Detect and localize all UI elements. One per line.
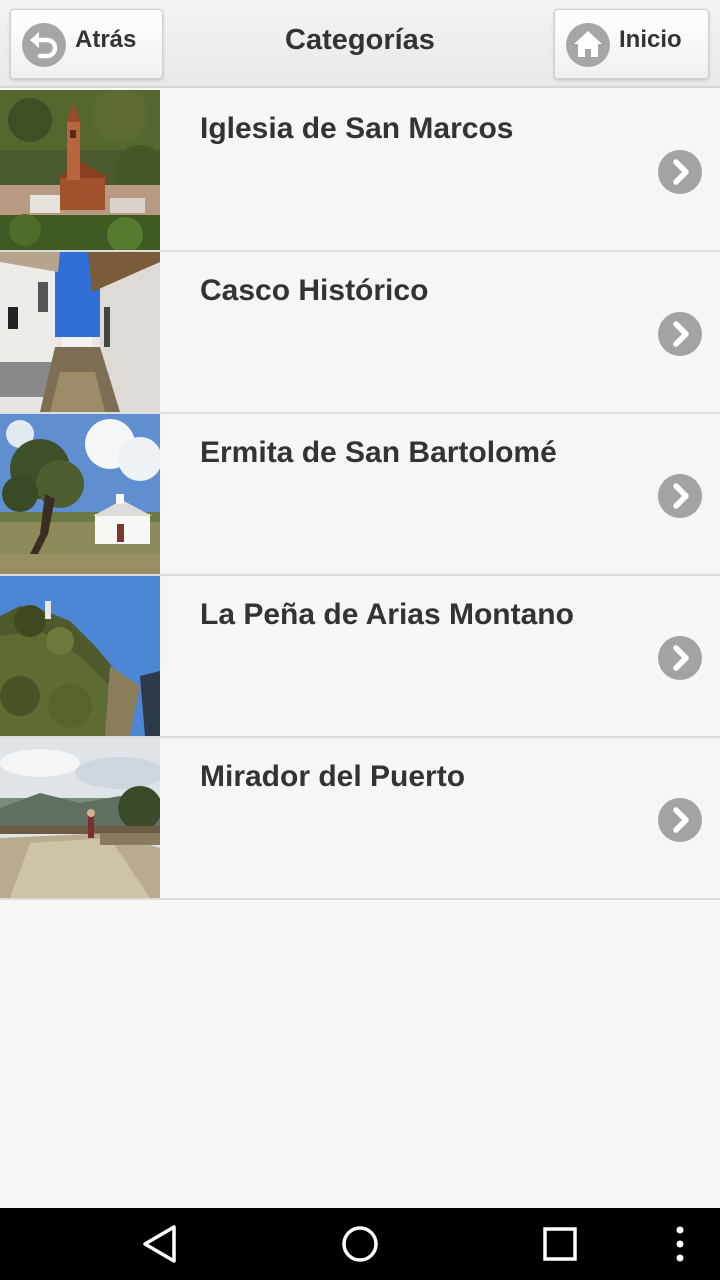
back-button-label: Atrás bbox=[75, 26, 137, 53]
list-item-casco-historico[interactable]: Casco Histórico bbox=[0, 252, 720, 414]
back-button[interactable]: Atrás bbox=[10, 9, 163, 79]
house-icon bbox=[566, 23, 610, 67]
list-item-iglesia-san-marcos[interactable]: Iglesia de San Marcos bbox=[0, 90, 720, 252]
nav-overflow-menu-icon[interactable] bbox=[660, 1224, 700, 1264]
viewpoint-terrace-photo bbox=[0, 738, 160, 898]
category-list: Iglesia de San Marcos Casco Histórico Er… bbox=[0, 90, 720, 900]
nav-home-icon[interactable] bbox=[340, 1224, 380, 1264]
header-bar: Atrás Categorías Inicio bbox=[0, 0, 720, 88]
app-screen: Atrás Categorías Inicio Iglesia de San M… bbox=[0, 0, 720, 1280]
chevron-right-icon bbox=[658, 474, 702, 518]
hermitage-olive-tree-photo bbox=[0, 414, 160, 574]
page-title: Categorías bbox=[285, 24, 435, 56]
rocky-cliff-photo bbox=[0, 576, 160, 736]
list-item-mirador-del-puerto[interactable]: Mirador del Puerto bbox=[0, 738, 720, 900]
list-item-label: Casco Histórico bbox=[200, 274, 429, 307]
whitewashed-street-photo bbox=[0, 252, 160, 412]
nav-back-icon[interactable] bbox=[140, 1224, 180, 1264]
list-item-pena-arias-montano[interactable]: La Peña de Arias Montano bbox=[0, 576, 720, 738]
list-item-label: La Peña de Arias Montano bbox=[200, 598, 574, 631]
list-item-label: Mirador del Puerto bbox=[200, 760, 466, 793]
list-item-ermita-san-bartolome[interactable]: Ermita de San Bartolomé bbox=[0, 414, 720, 576]
chevron-right-icon bbox=[658, 636, 702, 680]
nav-recents-icon[interactable] bbox=[540, 1224, 580, 1264]
chevron-right-icon bbox=[658, 798, 702, 842]
home-button-label: Inicio bbox=[619, 26, 682, 53]
church-tower-village-photo bbox=[0, 90, 160, 250]
chevron-right-icon bbox=[658, 150, 702, 194]
android-navigation-bar bbox=[0, 1208, 720, 1280]
list-item-label: Ermita de San Bartolomé bbox=[200, 436, 557, 469]
list-item-label: Iglesia de San Marcos bbox=[200, 112, 514, 145]
back-arrow-icon bbox=[22, 23, 66, 67]
chevron-right-icon bbox=[658, 312, 702, 356]
home-button[interactable]: Inicio bbox=[554, 9, 709, 79]
